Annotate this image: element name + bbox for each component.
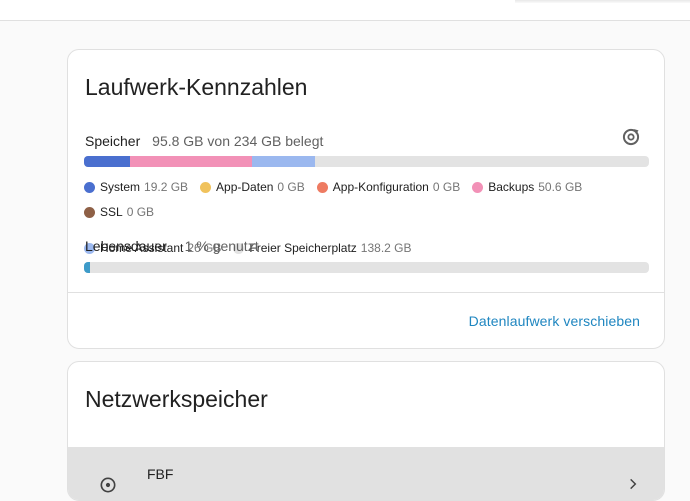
card-title: Netzwerkspeicher [85, 386, 268, 412]
legend-color-dot [84, 206, 95, 218]
lifetime-usage-bar [84, 262, 649, 273]
legend-color-dot [200, 181, 212, 193]
legend-name: SSL [100, 205, 123, 219]
legend-name: App-Daten [216, 180, 274, 194]
legend-size: 50.6 GB [538, 180, 583, 194]
disk-metrics-card: Laufwerk-Kennzahlen Speicher 95.8 GB von… [67, 49, 665, 349]
card-title: Laufwerk-Kennzahlen [85, 74, 308, 100]
legend-item: Freier Speicherplatz 138.2 GB [233, 241, 412, 255]
lifetime-value: 1 % genutzt [184, 238, 259, 254]
lifetime-row: Lebensdauer 1 % genutzt [85, 238, 259, 254]
lifetime-bar-fill [84, 262, 90, 273]
legend-size: 0 GB [432, 180, 461, 194]
storage-bar-segment-home-assistant [252, 156, 316, 167]
storage-bar-segment-backups [130, 156, 253, 167]
legend-size: 0 GB [126, 205, 155, 219]
network-storage-name: FBF [147, 466, 174, 482]
lifetime-label: Lebensdauer [85, 238, 167, 254]
legend-size: 19.2 GB [144, 180, 189, 194]
legend-color-dot [316, 181, 328, 193]
move-data-disk-button[interactable]: Datenlaufwerk verschieben [469, 313, 640, 329]
storage-usage-bar [84, 156, 649, 167]
storage-value: 95.8 GB von 234 GB belegt [152, 133, 324, 149]
legend-name: Backups [488, 180, 535, 194]
refresh-icon[interactable] [621, 127, 641, 147]
top-app-bar [0, 0, 690, 21]
menu-shadow [515, 0, 690, 3]
storage-bar-segment-system [84, 156, 131, 167]
legend-name: System [100, 180, 141, 194]
legend-item: SSL 0 GB [84, 205, 154, 219]
legend-color-dot [472, 181, 484, 193]
legend-size: 138.2 GB [360, 241, 412, 255]
chevron-right-icon [630, 478, 637, 490]
legend-color-dot [84, 181, 95, 193]
legend-name: Freier Speicherplatz [249, 241, 357, 255]
network-share-icon [100, 477, 116, 493]
card-divider [68, 292, 664, 293]
network-storage-item[interactable]: FBF [68, 447, 664, 500]
storage-row: Speicher 95.8 GB von 234 GB belegt [85, 133, 323, 149]
network-storage-card: Netzwerkspeicher FBF [67, 361, 665, 501]
legend-name: App-Konfiguration [332, 180, 429, 194]
legend-item: System 19.2 GB [84, 180, 188, 194]
legend-item: App-Daten 0 GB [200, 180, 305, 194]
legend-item: App-Konfiguration 0 GB [316, 180, 461, 194]
storage-label: Speicher [85, 133, 141, 149]
legend-item: Backups 50.6 GB [472, 180, 582, 194]
legend-size: 0 GB [277, 180, 305, 194]
